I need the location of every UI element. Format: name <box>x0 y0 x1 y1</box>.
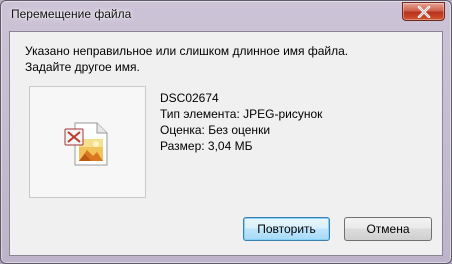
window-title: Перемещение файла <box>11 7 132 21</box>
message-line-2: Задайте другое имя. <box>25 60 140 74</box>
cancel-button[interactable]: Отмена <box>344 217 432 241</box>
title-bar[interactable]: Перемещение файла <box>1 1 451 31</box>
message-line-1: Указано неправильное или слишком длинное… <box>25 44 349 58</box>
file-name: DSC02674 <box>160 91 219 105</box>
close-icon <box>417 5 430 18</box>
file-preview <box>29 86 146 198</box>
file-type: Тип элемента: JPEG-рисунок <box>160 107 323 121</box>
dialog-window: Перемещение файла Указано неправильное и… <box>0 0 452 264</box>
file-rating: Оценка: Без оценки <box>160 123 271 137</box>
error-message: Указано неправильное или слишком длинное… <box>25 43 348 75</box>
retry-button[interactable]: Повторить <box>243 217 330 241</box>
image-file-icon <box>64 122 108 166</box>
file-size: Размер: 3,04 МБ <box>160 139 253 153</box>
dialog-content: Указано неправильное или слишком длинное… <box>9 31 443 256</box>
file-info: DSC02674 Тип элемента: JPEG-рисунок Оцен… <box>160 90 322 154</box>
close-button[interactable] <box>402 2 445 21</box>
